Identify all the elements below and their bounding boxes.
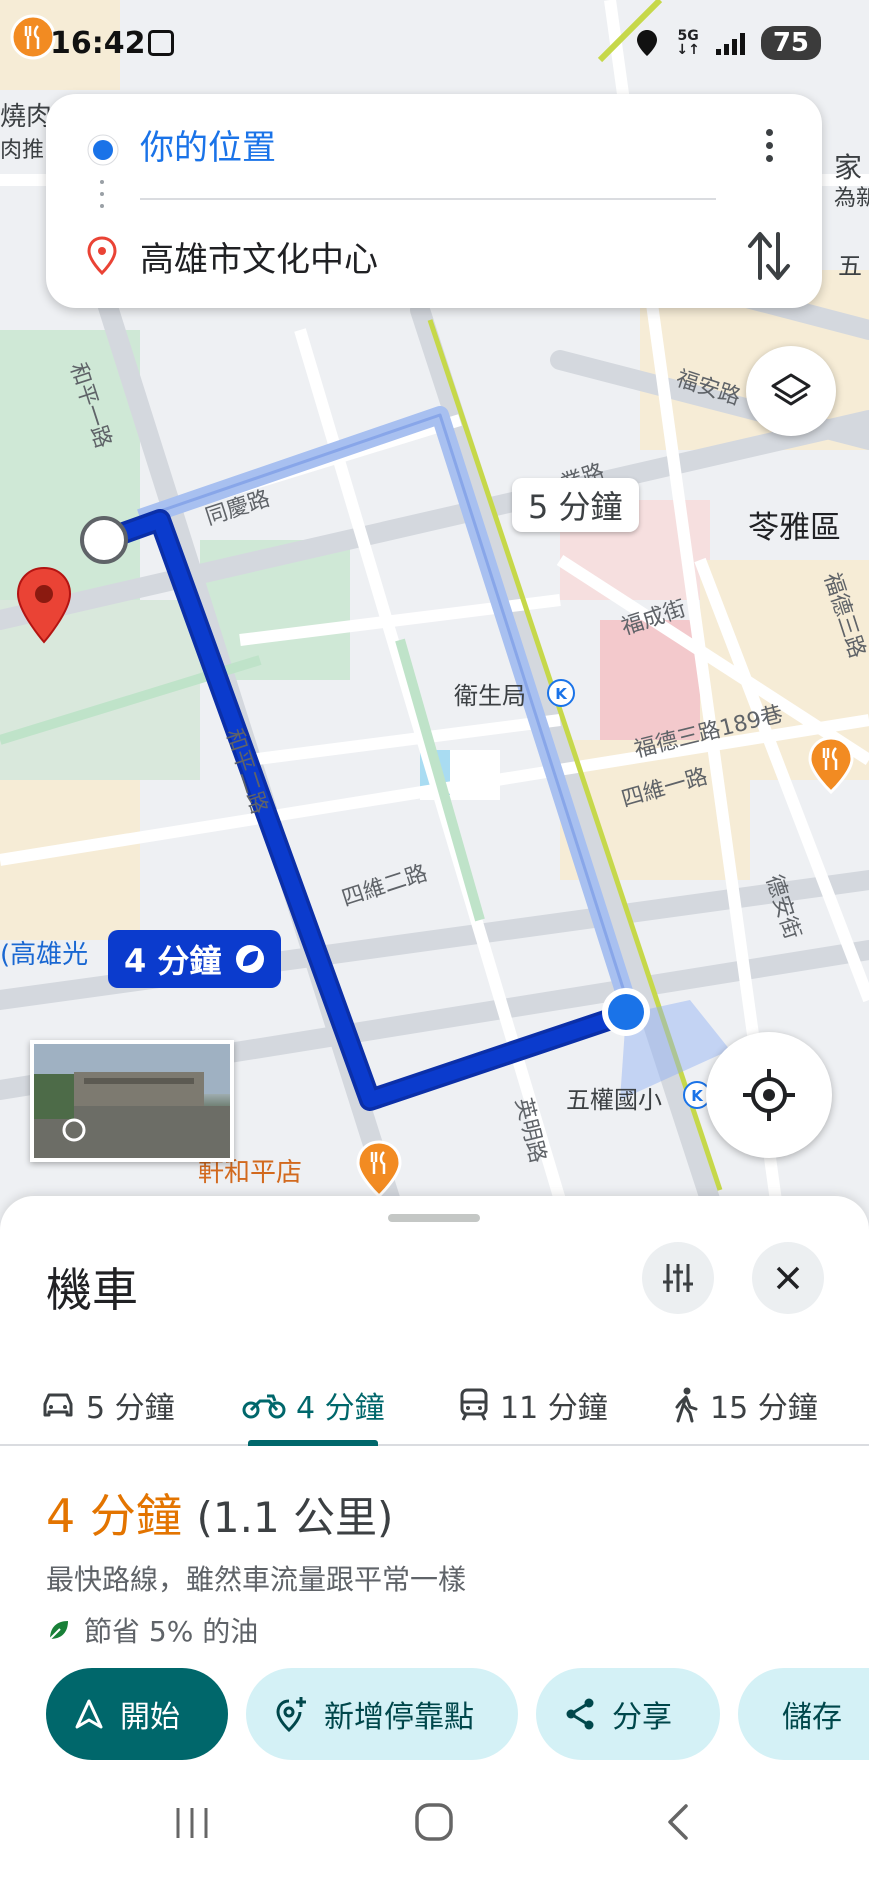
crosshair-icon — [743, 1069, 795, 1121]
status-time: 16:42 — [50, 26, 146, 61]
system-nav-bar — [0, 1770, 869, 1883]
tab-car[interactable]: 5 分鐘 — [40, 1364, 175, 1446]
layers-icon — [771, 373, 811, 406]
tab-walk[interactable]: 15 分鐘 — [672, 1364, 818, 1446]
poi-label: 燒肉 — [0, 102, 53, 132]
fuel-saving-note: 節省 5% 的油 — [46, 1610, 258, 1650]
street-view-thumbnail[interactable] — [30, 1040, 234, 1162]
status-bar: 16:42 5G ↓↑ 75 — [0, 0, 869, 96]
travel-mode-tabs: 5 分鐘 4 分鐘 11 分鐘 15 分鐘 — [0, 1364, 869, 1446]
network-type: 5G ↓↑ — [676, 28, 700, 58]
eco-leaf-icon — [236, 945, 265, 973]
directions-sheet: 機車 5 分鐘 4 分鐘 11 分鐘 15 分鐘 4 分鐘 (1.1 公里) 最… — [0, 1196, 869, 1883]
route-description: 最快路線，雖然車流量跟平常一樣 — [46, 1563, 467, 1596]
screenshot-icon — [148, 30, 174, 56]
save-button[interactable]: 儲存 — [738, 1668, 869, 1760]
car-icon — [43, 1393, 73, 1417]
route-divider — [140, 198, 716, 200]
drag-handle[interactable] — [388, 1214, 480, 1222]
poi-label[interactable]: 衛生局 — [454, 676, 526, 711]
origin-field[interactable]: 你的位置 — [140, 120, 276, 169]
poi-label: 肉推 — [0, 138, 45, 163]
poi-label[interactable]: 五權國小 — [566, 1080, 662, 1115]
route-distance: (1.1 公里) — [196, 1493, 394, 1542]
layers-button[interactable] — [746, 346, 836, 436]
travel-mode-title: 機車 — [46, 1263, 138, 1317]
motorcycle-icon — [242, 1394, 286, 1419]
restaurant-marker-icon[interactable] — [356, 1140, 402, 1198]
route-options-button[interactable] — [642, 1242, 714, 1314]
route-connector-dots — [100, 180, 104, 216]
origin-dot-icon — [87, 134, 119, 166]
leaf-icon — [49, 1621, 68, 1640]
swap-route-icon[interactable] — [744, 228, 794, 284]
battery-indicator: 75 — [760, 26, 821, 60]
my-location-button[interactable] — [706, 1032, 832, 1158]
route-summary: 4 分鐘 (1.1 公里) — [46, 1480, 393, 1546]
start-navigation-button[interactable]: 開始 — [46, 1668, 228, 1760]
poi-label: 五 — [838, 252, 862, 280]
selected-route-time-text: 4 分鐘 — [124, 942, 222, 980]
tab-transit[interactable]: 11 分鐘 — [458, 1364, 608, 1446]
recent-apps-icon[interactable] — [170, 1802, 214, 1844]
location-status-icon — [637, 30, 658, 56]
restaurant-marker-icon[interactable] — [808, 736, 854, 794]
signal-icon — [715, 31, 745, 55]
poi-label: 為新 — [834, 186, 869, 211]
active-tab-indicator — [248, 1440, 378, 1446]
share-icon — [566, 1698, 594, 1730]
back-icon[interactable] — [660, 1800, 696, 1844]
svg-text:K: K — [691, 1087, 704, 1105]
add-location-icon — [276, 1697, 306, 1733]
transit-icon — [460, 1388, 488, 1421]
district-label: 苓雅區 — [748, 510, 841, 546]
route-duration: 4 分鐘 — [46, 1489, 182, 1543]
close-button[interactable] — [752, 1242, 824, 1314]
destination-field[interactable]: 高雄市文化中心 — [140, 232, 378, 281]
navigation-arrow-icon — [75, 1699, 103, 1729]
destination-pin-icon[interactable] — [14, 566, 74, 646]
selected-route-time-label[interactable]: 4 分鐘 — [108, 930, 282, 988]
home-icon[interactable] — [412, 1800, 456, 1844]
destination-pin-small-icon — [87, 236, 117, 276]
share-button[interactable]: 分享 — [536, 1668, 720, 1760]
close-icon — [776, 1266, 800, 1290]
svg-text:K: K — [555, 685, 568, 703]
tune-icon — [663, 1264, 693, 1292]
tab-motorcycle[interactable]: 4 分鐘 — [242, 1364, 385, 1446]
poi-label[interactable]: (高雄光 — [0, 934, 88, 971]
walk-icon — [675, 1387, 698, 1423]
alt-route-time-label[interactable]: 5 分鐘 — [512, 478, 639, 532]
transit-stop-icon[interactable]: K — [546, 678, 576, 708]
street-view-image — [34, 1044, 230, 1158]
more-options-button[interactable] — [754, 126, 784, 166]
add-stop-button[interactable]: 新增停靠點 — [246, 1668, 518, 1760]
